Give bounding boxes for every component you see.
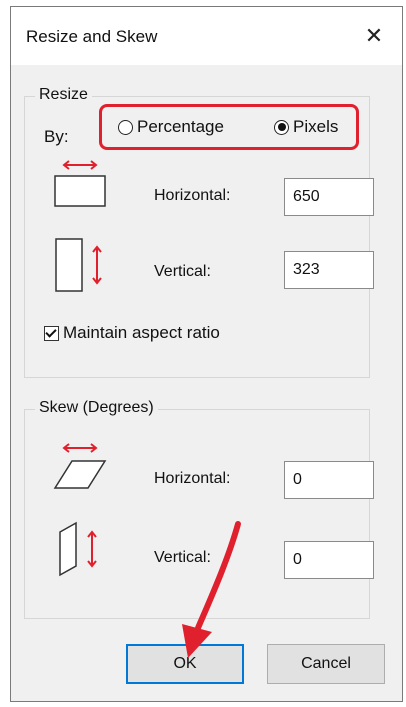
skew-vertical-label: Vertical: [154, 549, 211, 566]
maintain-aspect-label: Maintain aspect ratio [63, 323, 220, 342]
radio-pixels-dot [274, 119, 289, 135]
close-button[interactable]: ✕ [356, 19, 392, 53]
title-bar: Resize and Skew ✕ [11, 7, 402, 65]
ok-button[interactable]: OK [126, 644, 244, 684]
cancel-button[interactable]: Cancel [267, 644, 385, 684]
radio-percentage-label: Percentage [137, 117, 224, 136]
unit-radio-highlight: Percentage Pixels [99, 104, 359, 150]
checkbox-check-icon [44, 325, 59, 341]
close-icon: ✕ [364, 23, 384, 48]
maintain-aspect-checkbox[interactable]: Maintain aspect ratio [44, 323, 220, 343]
resize-horizontal-icon [54, 160, 106, 207]
resize-horizontal-input[interactable]: 650 [284, 178, 374, 216]
skew-group: Skew (Degrees) [24, 399, 370, 619]
radio-percentage-dot [118, 119, 133, 135]
resize-horizontal-label: Horizontal: [154, 187, 231, 204]
resize-legend: Resize [35, 86, 92, 104]
radio-percentage[interactable]: Percentage [118, 117, 224, 137]
skew-vertical-input[interactable]: 0 [284, 541, 374, 579]
skew-horizontal-icon [53, 443, 107, 489]
resize-vertical-icon [55, 238, 102, 292]
skew-horizontal-input[interactable]: 0 [284, 461, 374, 499]
radio-pixels[interactable]: Pixels [274, 117, 338, 137]
ok-button-label: OK [173, 655, 197, 672]
by-label: By: [44, 127, 69, 146]
resize-vertical-label: Vertical: [154, 263, 211, 280]
radio-pixels-label: Pixels [293, 117, 339, 136]
cancel-button-label: Cancel [301, 655, 351, 672]
resize-vertical-input[interactable]: 323 [284, 251, 374, 289]
skew-vertical-icon [59, 521, 97, 577]
skew-legend: Skew (Degrees) [35, 399, 158, 417]
skew-horizontal-label: Horizontal: [154, 470, 231, 487]
dialog-title: Resize and Skew [26, 27, 158, 46]
